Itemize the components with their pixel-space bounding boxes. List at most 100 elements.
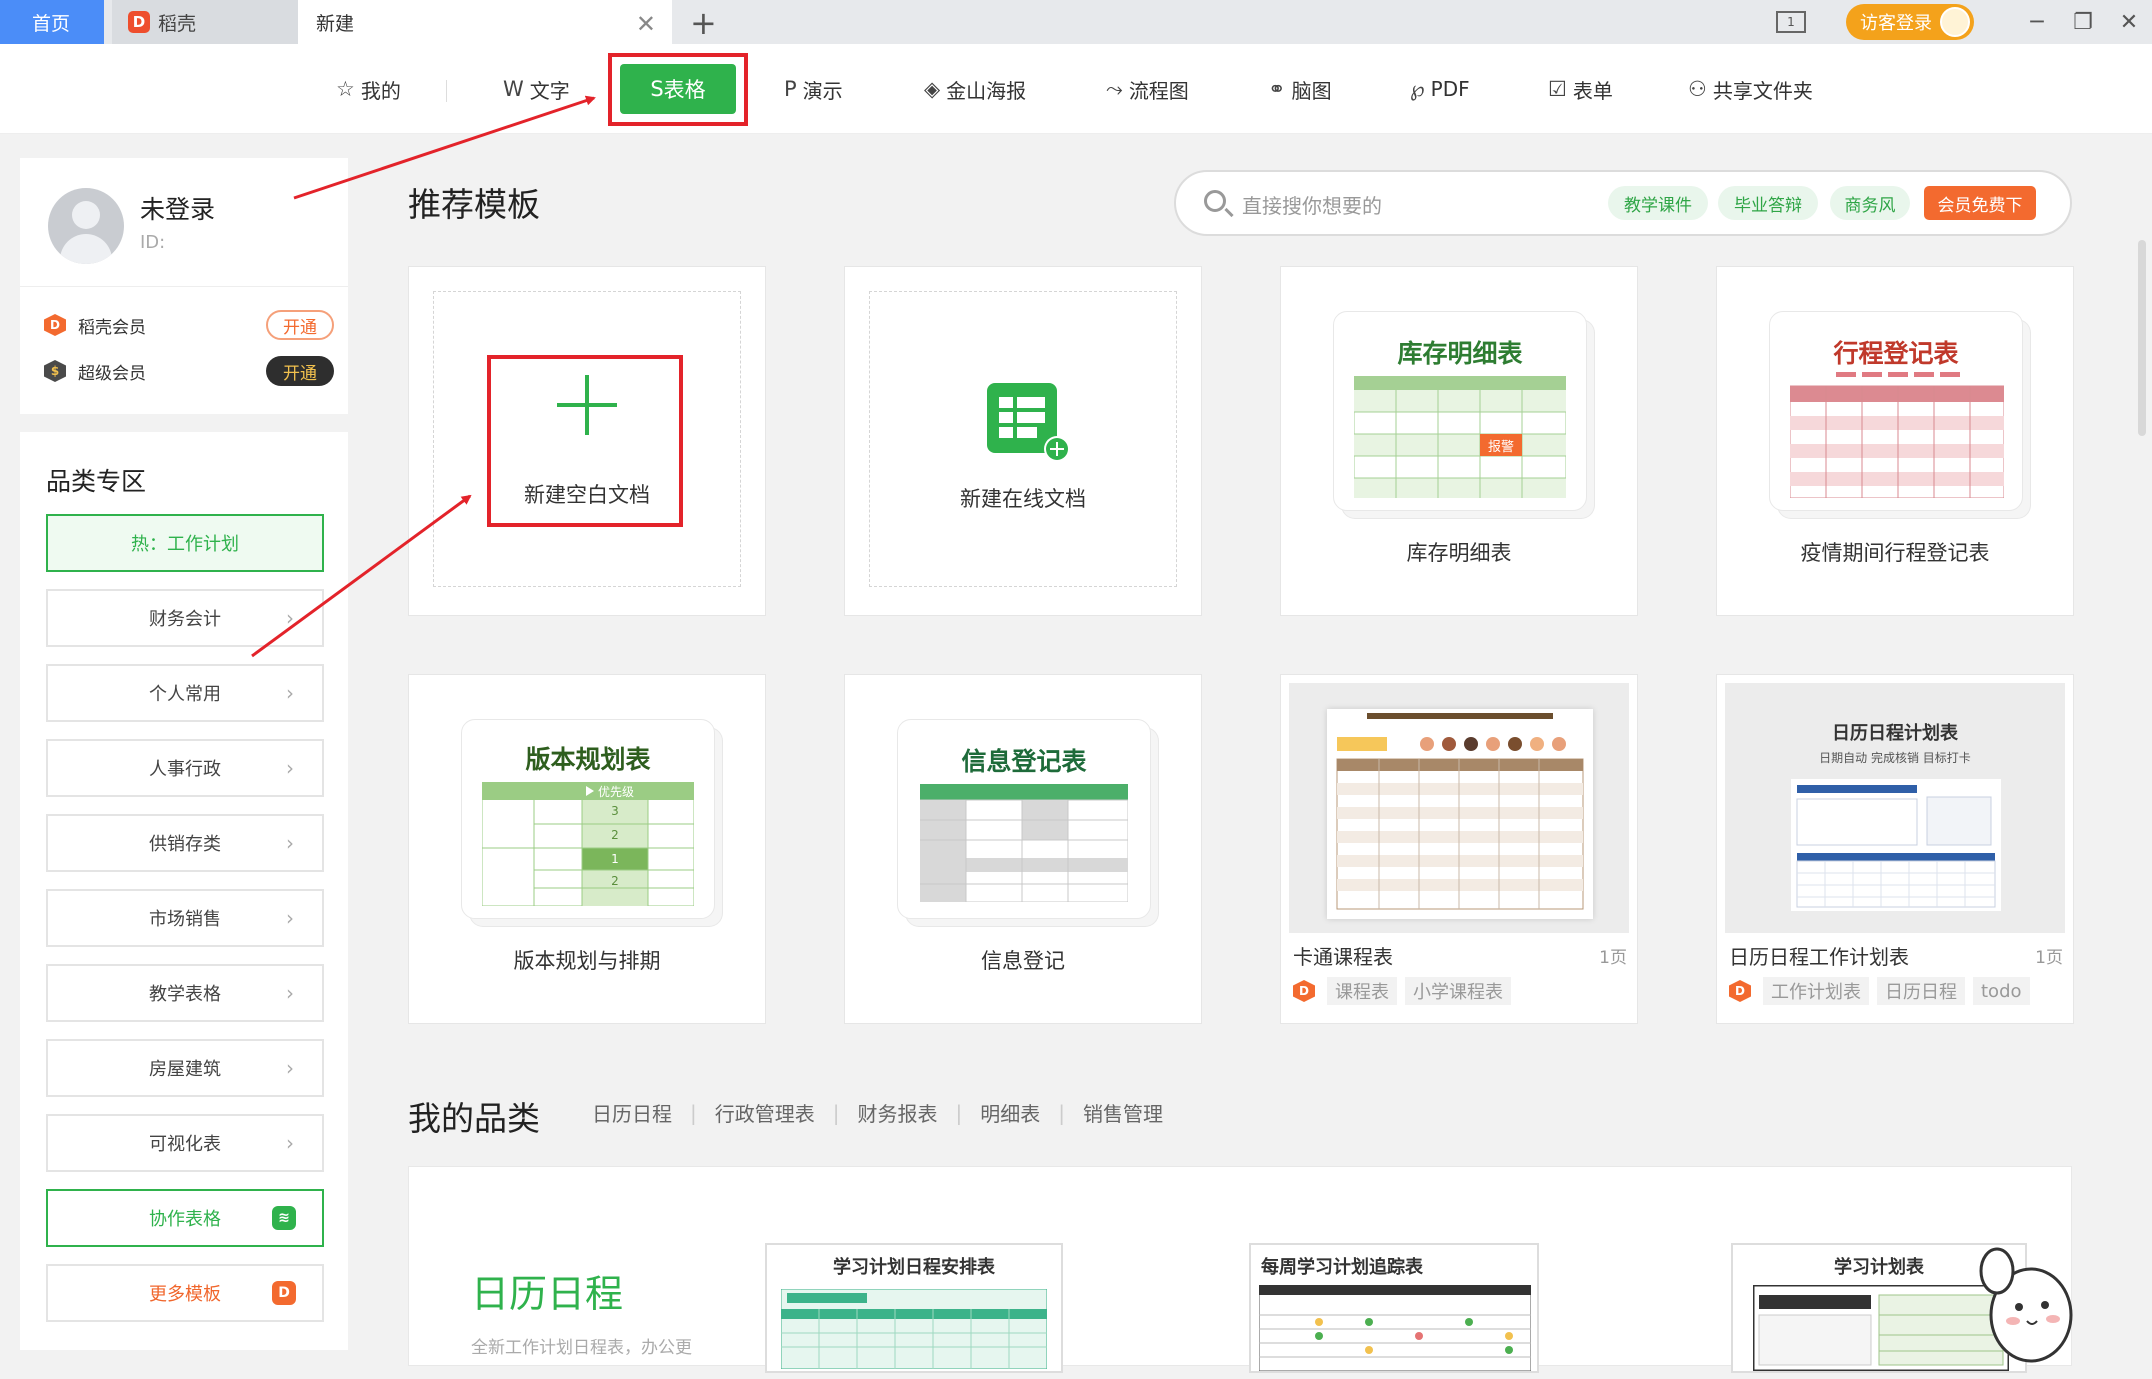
- category-item[interactable]: 人事行政 ›: [46, 739, 324, 797]
- chevron-right-icon: ›: [286, 1131, 294, 1155]
- category-item-label: 财务会计: [149, 609, 221, 630]
- window-layout-icon[interactable]: 1: [1776, 11, 1806, 33]
- close-icon[interactable]: ✕: [636, 10, 656, 38]
- share-icon: ⚇: [1688, 77, 1707, 101]
- nav-flowchart[interactable]: ⤳ 流程图: [1106, 44, 1189, 134]
- template-tag[interactable]: 工作计划表: [1763, 977, 1869, 1005]
- new-online-document-label: 新建在线文档: [960, 487, 1086, 511]
- tab-sales[interactable]: 销售管理: [1083, 1098, 1163, 1127]
- template-tag[interactable]: 日历日程: [1877, 977, 1965, 1005]
- category-item-label: 供销存类: [149, 834, 221, 855]
- tab-admin[interactable]: 行政管理表: [715, 1098, 815, 1127]
- priority-label: 优先级: [598, 785, 635, 799]
- priority-value: 2: [611, 828, 619, 842]
- calendar-table-graphic: [1791, 779, 2001, 911]
- category-item[interactable]: 教学表格 ›: [46, 964, 324, 1022]
- search-tag[interactable]: 毕业答辩: [1718, 186, 1818, 220]
- template-card-calendar-plan[interactable]: 日历日程计划表 日期自动 完成核销 目标打卡 日历日程工作计划表 1页 D 工作…: [1716, 674, 2074, 1024]
- mindmap-icon: ⚭: [1268, 77, 1286, 101]
- template-thumb-title: 信息登记表: [961, 747, 1087, 776]
- nav-spreadsheet-label: 表格: [663, 78, 706, 102]
- template-name: 疫情期间行程登记表: [1800, 541, 1990, 565]
- poster-icon: ◈: [924, 77, 941, 101]
- template-tag[interactable]: 课程表: [1327, 977, 1397, 1005]
- template-thumbnail[interactable]: 学习计划日程安排表: [765, 1243, 1063, 1373]
- template-page-count: 1页: [2035, 948, 2063, 968]
- template-tags: D 课程表 小学课程表: [1293, 977, 1511, 1005]
- nav-shared-folder[interactable]: ⚇ 共享文件夹: [1688, 44, 1813, 134]
- divider: [20, 286, 348, 287]
- nav-form-label: 表单: [1572, 78, 1613, 103]
- minimize-icon[interactable]: ─: [2014, 10, 2060, 35]
- nav-pdf[interactable]: ℘ PDF: [1410, 44, 1470, 134]
- tab-separator: |: [690, 1100, 697, 1125]
- tab-separator: |: [1058, 1100, 1065, 1125]
- daoke-vip-icon: D: [44, 314, 66, 336]
- template-card-inventory[interactable]: 库存明细表 报警 库存明细表: [1280, 266, 1638, 616]
- template-card-trip[interactable]: 行程登记表 疫情期间行程登记表: [1716, 266, 2074, 616]
- avatar[interactable]: [48, 188, 124, 264]
- tab-new[interactable]: 新建 ✕: [298, 0, 672, 44]
- nav-flowchart-label: 流程图: [1128, 78, 1189, 103]
- search-tag[interactable]: 教学课件: [1608, 186, 1708, 220]
- tab-daoke[interactable]: D 稻壳: [112, 0, 298, 44]
- search-tag[interactable]: 商务风: [1830, 186, 1910, 220]
- category-item-label: 可视化表: [149, 1134, 221, 1155]
- super-vip-row: $ 超级会员 开通: [44, 354, 334, 388]
- daoke-logo-icon: D: [272, 1281, 296, 1305]
- chevron-right-icon: ›: [286, 1056, 294, 1080]
- new-online-document-card[interactable]: 新建在线文档: [844, 266, 1202, 616]
- category-item[interactable]: 供销存类 ›: [46, 814, 324, 872]
- new-tab-plus-icon[interactable]: +: [690, 4, 717, 42]
- star-icon: ☆: [336, 77, 355, 101]
- category-item[interactable]: 可视化表 ›: [46, 1114, 324, 1172]
- category-item-label: 人事行政: [149, 759, 221, 780]
- category-more-templates[interactable]: 更多模板 D: [46, 1264, 324, 1322]
- nav-mindmap[interactable]: ⚭ 脑图: [1268, 44, 1332, 134]
- template-thumb-title: 库存明细表: [1397, 339, 1523, 368]
- nav-writer[interactable]: W 文字: [503, 44, 570, 134]
- template-card-version-plan[interactable]: 版本规划表 优先级 3 2 1 2 版本规划与排期: [408, 674, 766, 1024]
- panel-title: 日历日程: [471, 1272, 624, 1316]
- nav-mine-label: 我的: [360, 78, 401, 103]
- super-vip-open-button[interactable]: 开通: [266, 356, 334, 386]
- template-card-cartoon-timetable[interactable]: 卡通课程表 1页 D 课程表 小学课程表: [1280, 674, 1638, 1024]
- category-item[interactable]: 财务会计 ›: [46, 589, 324, 647]
- daoke-vip-open-button[interactable]: 开通: [266, 310, 334, 340]
- tab-detail[interactable]: 明细表: [980, 1098, 1040, 1127]
- template-thumb-subtitle: 日期自动 完成核销 目标打卡: [1819, 751, 1971, 765]
- tab-calendar[interactable]: 日历日程: [592, 1098, 672, 1127]
- template-thumbnail: 版本规划表 优先级 3 2 1 2: [461, 719, 715, 919]
- vertical-scrollbar[interactable]: [2138, 240, 2146, 436]
- daoke-logo-icon: D: [1729, 980, 1751, 1002]
- tab-finance[interactable]: 财务报表: [858, 1098, 938, 1127]
- category-item-label: 房屋建筑: [149, 1059, 221, 1080]
- nav-spreadsheet[interactable]: S 表格: [620, 64, 736, 114]
- close-window-icon[interactable]: ✕: [2106, 10, 2152, 35]
- template-tag[interactable]: todo: [1973, 977, 2030, 1005]
- category-collab-table[interactable]: 协作表格 ≋: [46, 1189, 324, 1247]
- vip-free-download-button[interactable]: 会员免费下: [1924, 186, 2036, 220]
- template-search[interactable]: 直接搜你想要的 教学课件 毕业答辩 商务风 会员免费下: [1174, 170, 2072, 236]
- category-title: 品类专区: [46, 467, 147, 496]
- template-card-info[interactable]: 信息登记表 信息登记: [844, 674, 1202, 1024]
- category-item[interactable]: 房屋建筑 ›: [46, 1039, 324, 1097]
- user-name[interactable]: 未登录: [140, 190, 215, 226]
- visitor-login-button[interactable]: 访客登录: [1846, 4, 1974, 40]
- title-bar: 首页 D 稻壳 新建 ✕ + 1 访客登录 ─ ❐ ✕: [0, 0, 2152, 44]
- tab-home[interactable]: 首页: [0, 0, 104, 44]
- category-item[interactable]: 个人常用 ›: [46, 664, 324, 722]
- nav-presentation[interactable]: P 演示: [784, 44, 843, 134]
- new-blank-document-card[interactable]: 新建空白文档: [408, 266, 766, 616]
- search-input[interactable]: 直接搜你想要的: [1242, 190, 1382, 219]
- category-item[interactable]: 市场销售 ›: [46, 889, 324, 947]
- restore-icon[interactable]: ❐: [2060, 10, 2106, 35]
- category-hot-work-plan[interactable]: 热：工作计划: [46, 514, 324, 572]
- nav-form[interactable]: ☑ 表单: [1548, 44, 1613, 134]
- nav-mine[interactable]: ☆ 我的: [336, 44, 401, 134]
- template-tag[interactable]: 小学课程表: [1405, 977, 1511, 1005]
- nav-poster-label: 金山海报: [946, 78, 1027, 103]
- template-thumbnail[interactable]: 每周学习计划追踪表: [1249, 1243, 1539, 1373]
- avatar-icon: [1940, 7, 1970, 37]
- nav-poster[interactable]: ◈ 金山海报: [924, 44, 1026, 134]
